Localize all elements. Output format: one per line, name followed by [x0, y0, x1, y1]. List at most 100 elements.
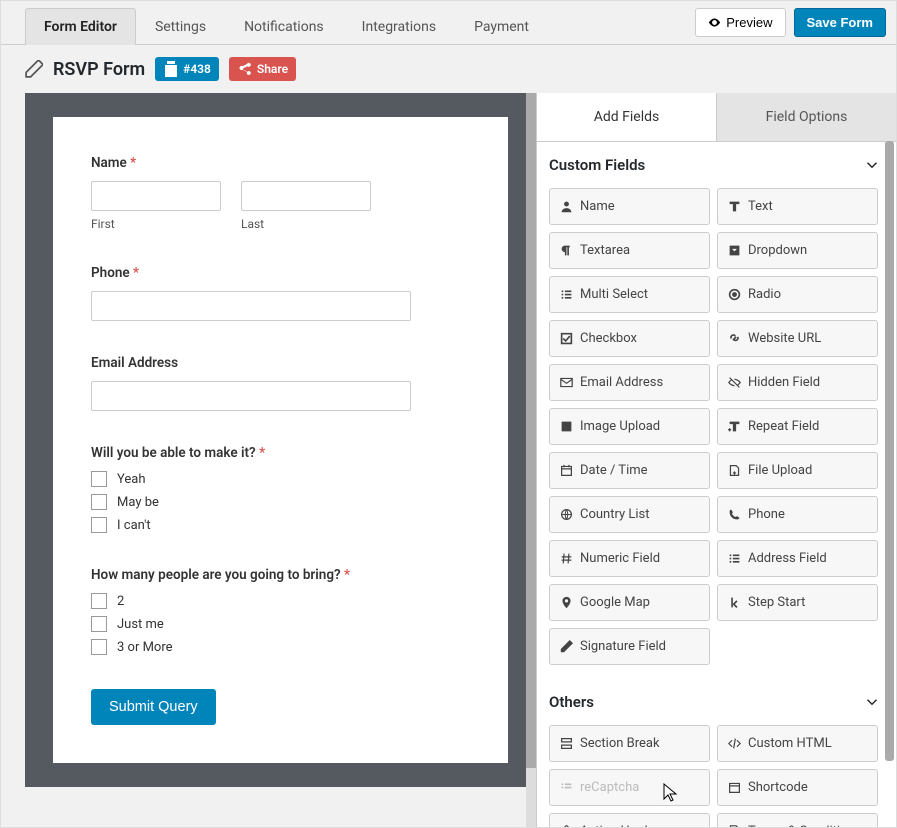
option-label: I can't: [117, 518, 151, 533]
field-type-custom-html[interactable]: Custom HTML: [717, 725, 878, 762]
bring-option[interactable]: Just me: [91, 616, 470, 632]
field-name[interactable]: Name * First Last: [91, 155, 470, 231]
field-bring[interactable]: How many people are you going to bring? …: [91, 567, 470, 655]
field-type-dropdown[interactable]: Dropdown: [717, 232, 878, 269]
link-icon: [728, 332, 741, 345]
last-name-input[interactable]: [241, 181, 371, 211]
field-type-radio[interactable]: Radio: [717, 276, 878, 313]
field-type-label: Address Field: [748, 551, 827, 566]
field-email[interactable]: Email Address: [91, 355, 470, 411]
option-label: 3 or More: [117, 640, 173, 655]
others-heading[interactable]: Others: [549, 679, 878, 725]
check-icon: [560, 332, 573, 345]
field-type-label: reCaptcha: [580, 780, 639, 795]
field-type-step-start[interactable]: Step Start: [717, 584, 878, 621]
field-type-label: Email Address: [580, 375, 663, 390]
field-type-date-time[interactable]: Date / Time: [549, 452, 710, 489]
field-phone[interactable]: Phone *: [91, 265, 470, 321]
field-type-textarea[interactable]: Textarea: [549, 232, 710, 269]
field-type-checkbox[interactable]: Checkbox: [549, 320, 710, 357]
field-type-repeat-field[interactable]: Repeat Field: [717, 408, 878, 445]
nav-tab-integrations[interactable]: Integrations: [343, 8, 455, 45]
addr-icon: [728, 552, 741, 565]
bring-option[interactable]: 2: [91, 593, 470, 609]
field-type-google-map[interactable]: Google Map: [549, 584, 710, 621]
field-type-label: Website URL: [748, 331, 821, 346]
field-type-label: Multi Select: [580, 287, 648, 302]
field-type-terms-conditions[interactable]: Terms & Conditions: [717, 813, 878, 827]
field-attend[interactable]: Will you be able to make it? * YeahMay b…: [91, 445, 470, 533]
field-type-label: Custom HTML: [748, 736, 832, 751]
first-name-input[interactable]: [91, 181, 221, 211]
custom-fields-heading[interactable]: Custom Fields: [549, 142, 878, 188]
attend-option[interactable]: I can't: [91, 517, 470, 533]
pencil-icon: [25, 60, 43, 78]
option-label: 2: [117, 594, 124, 609]
user-icon: [560, 200, 573, 213]
checkbox-icon: [91, 639, 107, 655]
checkbox-icon: [91, 616, 107, 632]
email-label: Email Address: [91, 355, 470, 371]
field-type-label: Country List: [580, 507, 650, 522]
nav-tab-payment[interactable]: Payment: [455, 8, 548, 45]
field-type-numeric-field[interactable]: Numeric Field: [549, 540, 710, 577]
field-type-label: Section Break: [580, 736, 660, 751]
field-type-file-upload[interactable]: File Upload: [717, 452, 878, 489]
field-type-label: Numeric Field: [580, 551, 660, 566]
field-type-action-hook[interactable]: Action Hook: [549, 813, 710, 827]
tab-add-fields[interactable]: Add Fields: [537, 93, 716, 141]
left-scrollbar[interactable]: [526, 93, 536, 827]
nav-tab-settings[interactable]: Settings: [136, 8, 225, 45]
field-type-label: Text: [748, 199, 773, 214]
eye-icon: [708, 16, 721, 29]
phone-input[interactable]: [91, 291, 411, 321]
field-type-label: Image Upload: [580, 419, 660, 434]
field-type-multi-select[interactable]: Multi Select: [549, 276, 710, 313]
email-input[interactable]: [91, 381, 411, 411]
field-type-image-upload[interactable]: Image Upload: [549, 408, 710, 445]
attend-option[interactable]: May be: [91, 494, 470, 510]
file-icon: [728, 464, 741, 477]
field-type-website-url[interactable]: Website URL: [717, 320, 878, 357]
submit-label: Submit Query: [109, 699, 198, 715]
save-form-button[interactable]: Save Form: [794, 8, 886, 37]
pencil-icon: [560, 640, 573, 653]
field-type-label: Checkbox: [580, 331, 637, 346]
attend-option[interactable]: Yeah: [91, 471, 470, 487]
hash-icon: [560, 552, 573, 565]
anchor-icon: [560, 825, 573, 827]
form-id-badge[interactable]: #438: [155, 57, 219, 81]
form-id-text: #438: [183, 62, 211, 76]
checkbox-icon: [91, 471, 107, 487]
share-button[interactable]: Share: [229, 57, 296, 81]
submit-button[interactable]: Submit Query: [91, 689, 216, 725]
field-type-hidden-field[interactable]: Hidden Field: [717, 364, 878, 401]
form-header: RSVP Form #438 Share: [1, 45, 896, 93]
form-canvas-area: Name * First Last Phone *: [1, 93, 536, 827]
field-type-name[interactable]: Name: [549, 188, 710, 225]
field-type-address-field[interactable]: Address Field: [717, 540, 878, 577]
field-type-text[interactable]: Text: [717, 188, 878, 225]
bring-label: How many people are you going to bring? …: [91, 567, 470, 583]
list-icon: [560, 288, 573, 301]
field-type-shortcode[interactable]: Shortcode: [717, 769, 878, 806]
field-type-section-break[interactable]: Section Break: [549, 725, 710, 762]
field-type-label: Dropdown: [748, 243, 807, 258]
nav-tab-notifications[interactable]: Notifications: [225, 8, 343, 45]
preview-button[interactable]: Preview: [695, 8, 785, 37]
field-type-label: Terms & Conditions: [748, 824, 861, 827]
field-type-phone[interactable]: Phone: [717, 496, 878, 533]
doc-icon: [728, 825, 741, 827]
field-type-country-list[interactable]: Country List: [549, 496, 710, 533]
bring-option[interactable]: 3 or More: [91, 639, 470, 655]
field-type-email-address[interactable]: Email Address: [549, 364, 710, 401]
cal-icon: [560, 464, 573, 477]
field-type-label: Step Start: [748, 595, 805, 610]
right-scrollbar[interactable]: [882, 93, 896, 827]
nav-tab-form-editor[interactable]: Form Editor: [25, 8, 136, 45]
field-type-label: Shortcode: [748, 780, 808, 795]
tab-field-options[interactable]: Field Options: [716, 93, 896, 141]
field-type-signature-field[interactable]: Signature Field: [549, 628, 710, 665]
field-type-label: File Upload: [748, 463, 812, 478]
field-type-label: Action Hook: [580, 824, 651, 827]
